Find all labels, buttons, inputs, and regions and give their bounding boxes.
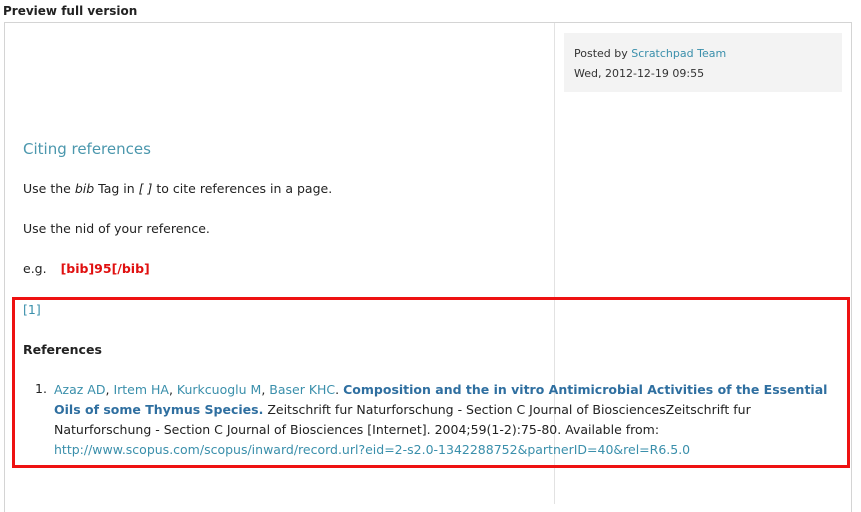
author-link-azaz[interactable]: Azaz AD	[54, 382, 105, 397]
page-title: Citing references	[23, 140, 151, 158]
references-heading: References	[23, 342, 102, 357]
author-link-kurkcuoglu[interactable]: Kurkcuoglu M	[177, 382, 261, 397]
author-link-irtem[interactable]: Irtem HA	[113, 382, 169, 397]
post-date: Wed, 2012-12-19 09:55	[574, 67, 705, 80]
p1-middle: Tag in	[98, 181, 135, 196]
reference-url-link[interactable]: http://www.scopus.com/scopus/inward/reco…	[54, 442, 690, 457]
bib-tag-word: bib	[74, 181, 95, 196]
instruction-paragraph-2: Use the nid of your reference.	[23, 221, 210, 236]
author-link-baser[interactable]: Baser KHC	[269, 382, 335, 397]
preview-header-label: Preview full version	[3, 4, 138, 18]
eg-label: e.g.	[23, 261, 47, 276]
reference-number: 1.	[35, 381, 47, 396]
example-paragraph: e.g. [bib]95[/bib]	[23, 261, 150, 276]
p1-before: Use the	[23, 181, 71, 196]
post-meta-box: Posted by Scratchpad Team Wed, 2012-12-1…	[564, 33, 842, 92]
author-link[interactable]: Scratchpad Team	[631, 47, 726, 60]
reference-item: Azaz AD, Irtem HA, Kurkcuoglu M, Baser K…	[54, 382, 828, 457]
citation-link[interactable]: [1]	[23, 302, 41, 317]
instruction-paragraph-1: Use the bib Tag in [ ] to cite reference…	[23, 181, 332, 196]
posted-by-prefix: Posted by	[574, 47, 628, 60]
posted-by-line: Posted by Scratchpad Team	[574, 44, 832, 64]
p1-after: to cite references in a page.	[156, 181, 333, 196]
bib-example-code: [bib]95[/bib]	[60, 261, 150, 276]
brackets-text: [ ]	[138, 181, 153, 196]
